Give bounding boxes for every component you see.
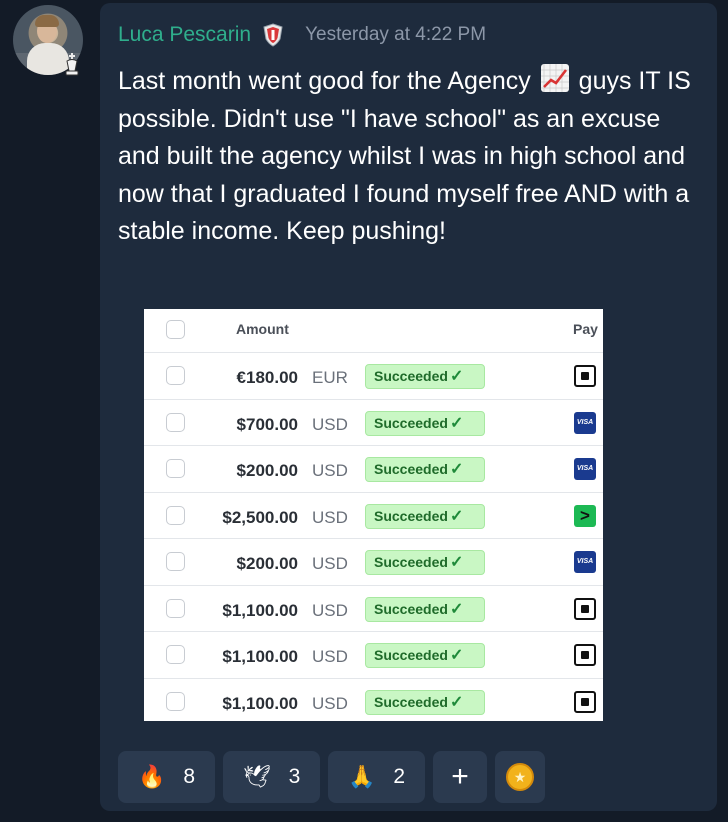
payment-amount: $700.00 [236,414,298,434]
reaction-count: 3 [288,765,301,788]
avatar-hair [35,15,59,27]
payment-row: $2,500.00 USD Succeeded ✓ > [144,493,603,539]
checkmark-icon: ✓ [449,414,464,432]
payment-row: $1,100.00 USD Succeeded ✓ [144,586,603,632]
message-header: Luca Pescarin Yesterday at 4:22 PM [118,23,486,47]
row-checkbox [166,366,185,385]
status-label: Succeeded [374,600,448,617]
payment-currency: USD [312,554,348,573]
payment-amount: €180.00 [236,368,298,387]
add-reaction-button[interactable]: + [433,751,487,803]
payments-screenshot[interactable]: Amount Pay €180.00 EUR Succeeded ✓ $700.00 US… [144,309,603,721]
checkmark-icon: ✓ [449,554,464,571]
status-label: Succeeded [374,414,448,431]
row-checkbox [166,691,185,711]
payment-currency: EUR [312,368,348,387]
status-badge: Succeeded ✓ [365,596,485,622]
reaction-count: 8 [183,765,196,788]
visa-icon: VISA [574,411,596,434]
payment-amount: $1,100.00 [222,600,298,620]
row-checkbox [166,412,185,432]
row-checkbox [166,552,185,571]
status-badge: Succeeded ✓ [365,364,485,389]
visa-icon: VISA [574,458,596,480]
checkmark-icon: ✓ [449,507,464,525]
payment-amount: $200.00 [236,554,298,573]
message-card: Luca Pescarin Yesterday at 4:22 PM Last … [100,3,717,811]
reaction-dove[interactable]: 🕊 3 [223,751,320,803]
card-icon [574,597,596,620]
status-label: Succeeded [374,693,448,710]
payment-currency: USD [312,600,348,620]
status-badge: Succeeded ✓ [365,689,485,715]
shield-badge-icon [263,23,283,47]
status-label: Succeeded [374,461,448,477]
column-amount: Amount [236,321,289,337]
visa-icon: VISA [574,551,596,573]
status-label: Succeeded [374,507,448,524]
status-badge: Succeeded ✓ [365,410,485,436]
payments-table-header: Amount Pay [144,309,603,353]
checkmark-icon: ✓ [449,461,464,478]
select-all-checkbox [166,320,185,339]
chess-king-icon [61,52,83,78]
row-checkbox [166,598,185,618]
reaction-bar: 🔥 8 🕊 3 🙏 2 + ★ [118,751,545,803]
card-icon [574,644,596,666]
reaction-count: 2 [393,765,406,788]
fire-icon: 🔥 [137,764,166,789]
pray-icon: 🙏 [347,764,376,789]
message-timestamp: Yesterday at 4:22 PM [305,24,487,45]
star-coin-icon: ★ [506,763,534,791]
reaction-fire[interactable]: 🔥 8 [118,751,215,803]
row-checkbox [166,505,185,525]
checkmark-icon: ✓ [449,693,464,711]
payment-currency: USD [312,414,348,434]
payment-currency: USD [312,461,348,480]
checkmark-icon: ✓ [449,647,464,664]
status-label: Succeeded [374,368,448,384]
checkmark-icon: ✓ [449,600,464,618]
dove-icon: 🕊 [242,764,271,789]
payment-row: $1,100.00 USD Succeeded ✓ [144,632,603,679]
message-text-part1: Last month went good for the Agency [118,67,531,95]
payment-row: $700.00 USD Succeeded ✓ VISA [144,400,603,446]
chart-increasing-icon [540,63,570,93]
status-badge: Succeeded ✓ [365,550,485,575]
payment-currency: USD [312,507,348,527]
payment-amount: $1,100.00 [222,647,298,666]
payment-row: €180.00 EUR Succeeded ✓ [144,353,603,400]
status-label: Succeeded [374,647,448,663]
payment-currency: USD [312,693,348,713]
checkmark-icon: ✓ [449,368,464,385]
payment-row: $200.00 USD Succeeded ✓ VISA [144,446,603,493]
status-badge: Succeeded ✓ [365,503,485,529]
payment-amount: $1,100.00 [222,693,298,713]
reaction-pray[interactable]: 🙏 2 [328,751,425,803]
card-icon [574,690,596,713]
status-label: Succeeded [374,554,448,570]
column-payment: Pay [573,321,598,337]
status-badge: Succeeded ✓ [365,457,485,482]
sticker-button[interactable]: ★ [495,751,545,803]
status-badge: Succeeded ✓ [365,643,485,668]
payment-amount: $200.00 [236,461,298,480]
row-checkbox [166,645,185,664]
payment-row: $1,100.00 USD Succeeded ✓ [144,679,603,722]
payment-amount: $2,500.00 [222,507,298,527]
payment-currency: USD [312,647,348,666]
payment-row: $200.00 USD Succeeded ✓ VISA [144,539,603,586]
card-icon [574,365,596,387]
link-pay-icon: > [574,504,596,527]
message-body: Last month went good for the Agency guys… [118,63,703,251]
author-name[interactable]: Luca Pescarin [118,23,251,47]
row-checkbox [166,459,185,478]
